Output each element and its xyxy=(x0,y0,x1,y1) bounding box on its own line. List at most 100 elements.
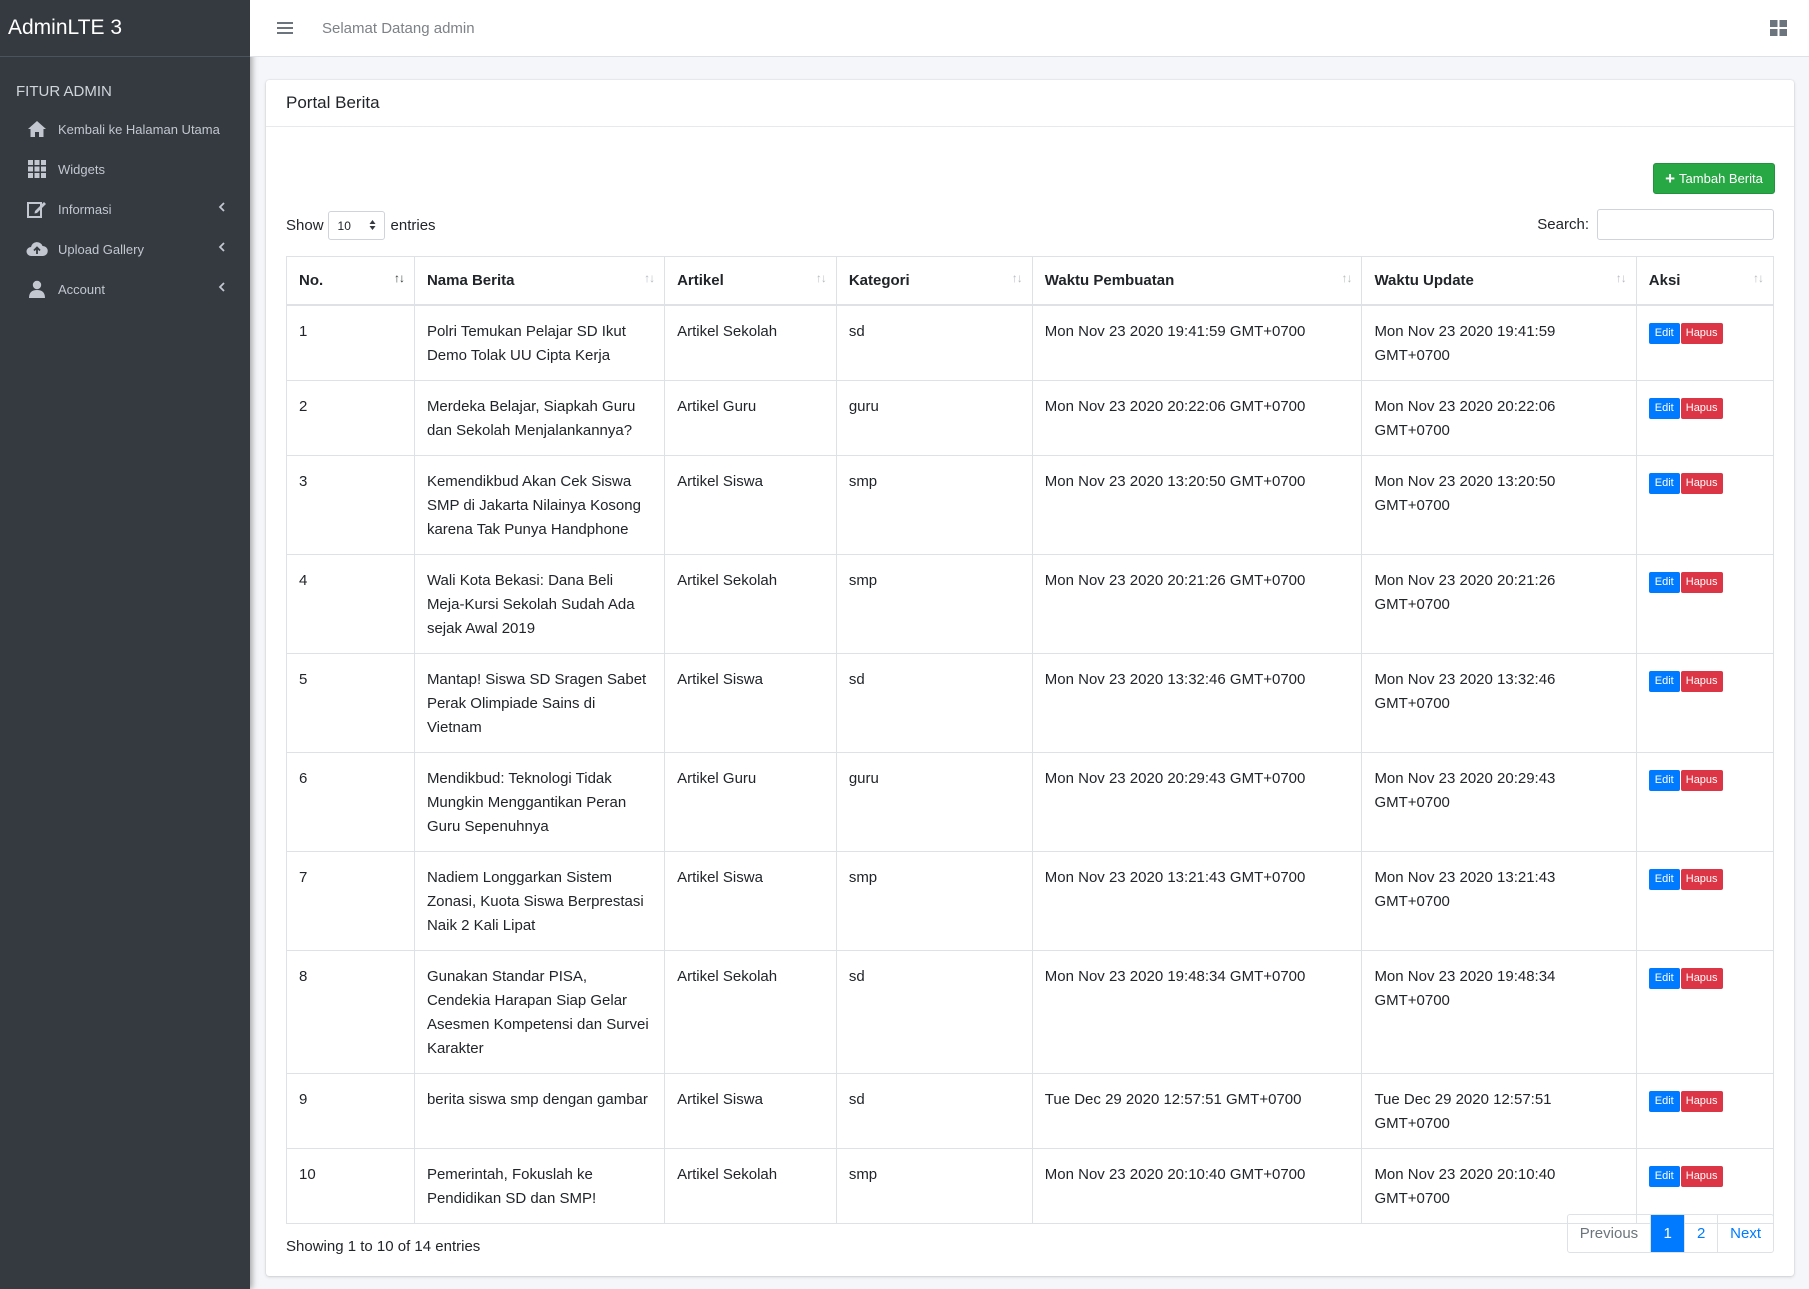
edit-button[interactable]: Edit xyxy=(1648,571,1680,593)
cell-kategori: sd xyxy=(835,304,1033,381)
delete-button[interactable]: Hapus xyxy=(1680,1165,1723,1187)
chevron-left-icon xyxy=(218,281,226,296)
cell-aksi: Edit Hapus xyxy=(1635,304,1775,381)
menu-toggle-icon[interactable] xyxy=(274,17,296,39)
edit-button[interactable]: Edit xyxy=(1648,670,1680,692)
cell-no: 3 xyxy=(286,454,415,555)
edit-button[interactable]: Edit xyxy=(1648,397,1680,419)
edit-button[interactable]: Edit xyxy=(1648,769,1680,791)
pagination-previous[interactable]: Previous xyxy=(1568,1215,1650,1252)
sidebar-item-label: Upload Gallery xyxy=(58,241,144,257)
cell-artikel: Artikel Sekolah xyxy=(664,949,837,1074)
cell-artikel: Artikel Sekolah xyxy=(664,553,837,654)
show-label: Show xyxy=(286,217,324,234)
chevron-left-icon xyxy=(218,241,226,256)
sidebar: AdminLTE 3 FITUR ADMIN Kembali ke Halama… xyxy=(0,0,250,1289)
delete-button[interactable]: Hapus xyxy=(1680,1090,1723,1112)
pagination-page-1[interactable]: 1 xyxy=(1650,1215,1685,1252)
search-control: Search: xyxy=(1537,209,1774,240)
edit-button[interactable]: Edit xyxy=(1648,868,1680,890)
cell-nama-berita: Merdeka Belajar, Siapkah Guru dan Sekola… xyxy=(413,379,666,456)
column-header-kategori[interactable]: Kategori ↑↓ xyxy=(835,256,1033,306)
delete-button[interactable]: Hapus xyxy=(1680,868,1723,890)
cell-waktu-update: Mon Nov 23 2020 19:41:59 GMT+0700 xyxy=(1361,304,1637,381)
cell-aksi: Edit Hapus xyxy=(1635,1072,1775,1149)
cell-waktu-update: Mon Nov 23 2020 20:10:40 GMT+0700 xyxy=(1361,1147,1637,1224)
delete-button[interactable]: Hapus xyxy=(1680,769,1723,791)
column-header-artikel[interactable]: Artikel ↑↓ xyxy=(664,256,837,306)
table-row: 8 Gunakan Standar PISA, Cendekia Harapan… xyxy=(286,949,1775,1074)
cell-waktu-update: Mon Nov 23 2020 20:21:26 GMT+0700 xyxy=(1361,553,1637,654)
cell-waktu-update: Mon Nov 23 2020 20:29:43 GMT+0700 xyxy=(1361,751,1637,852)
cell-aksi: Edit Hapus xyxy=(1635,454,1775,555)
sidebar-item-label: Informasi xyxy=(58,201,112,217)
cell-nama-berita: Gunakan Standar PISA, Cendekia Harapan S… xyxy=(413,949,666,1074)
plus-icon: + xyxy=(1665,169,1676,188)
cell-waktu-pembuatan: Mon Nov 23 2020 19:41:59 GMT+0700 xyxy=(1031,304,1363,381)
sidebar-item-label: Widgets xyxy=(58,161,105,177)
table-row: 5 Mantap! Siswa SD Sragen Sabet Perak Ol… xyxy=(286,652,1775,753)
table-row: 3 Kemendikbud Akan Cek Siswa SMP di Jaka… xyxy=(286,454,1775,555)
sidebar-item-home[interactable]: Kembali ke Halaman Utama xyxy=(0,109,250,149)
edit-button[interactable]: Edit xyxy=(1648,967,1680,989)
cell-aksi: Edit Hapus xyxy=(1635,850,1775,951)
column-header-waktu-update[interactable]: Waktu Update ↑↓ xyxy=(1361,256,1637,306)
cell-waktu-pembuatan: Mon Nov 23 2020 13:21:43 GMT+0700 xyxy=(1031,850,1363,951)
edit-button[interactable]: Edit xyxy=(1648,1165,1680,1187)
delete-button[interactable]: Hapus xyxy=(1680,571,1723,593)
cell-artikel: Artikel Siswa xyxy=(664,652,837,753)
cell-kategori: smp xyxy=(835,850,1033,951)
cell-artikel: Artikel Siswa xyxy=(664,454,837,555)
delete-button[interactable]: Hapus xyxy=(1680,322,1723,344)
column-header-no[interactable]: No. ↑↓ xyxy=(286,256,415,306)
sidebar-item-account[interactable]: Account xyxy=(0,269,250,309)
pagination-page-2[interactable]: 2 xyxy=(1684,1215,1717,1252)
cell-nama-berita: Polri Temukan Pelajar SD Ikut Demo Tolak… xyxy=(413,304,666,381)
sidebar-item-upload-gallery[interactable]: Upload Gallery xyxy=(0,229,250,269)
cell-waktu-update: Mon Nov 23 2020 19:48:34 GMT+0700 xyxy=(1361,949,1637,1074)
sidebar-item-widgets[interactable]: Widgets xyxy=(0,149,250,189)
cell-no: 4 xyxy=(286,553,415,654)
card-header: Portal Berita xyxy=(266,80,1794,127)
cell-nama-berita: Mendikbud: Teknologi Tidak Mungkin Mengg… xyxy=(413,751,666,852)
delete-button[interactable]: Hapus xyxy=(1680,472,1723,494)
cell-aksi: Edit Hapus xyxy=(1635,553,1775,654)
sidebar-item-label: Kembali ke Halaman Utama xyxy=(58,121,220,137)
edit-button[interactable]: Edit xyxy=(1648,1090,1680,1112)
edit-button[interactable]: Edit xyxy=(1648,472,1680,494)
cell-kategori: smp xyxy=(835,1147,1033,1224)
user-icon xyxy=(26,279,48,299)
cell-waktu-update: Tue Dec 29 2020 12:57:51 GMT+0700 xyxy=(1361,1072,1637,1149)
delete-button[interactable]: Hapus xyxy=(1680,967,1723,989)
cell-nama-berita: Nadiem Longgarkan Sistem Zonasi, Kuota S… xyxy=(413,850,666,951)
portal-berita-card: Portal Berita + Tambah Berita Show 10 en… xyxy=(266,80,1794,1276)
cell-nama-berita: berita siswa smp dengan gambar xyxy=(413,1072,666,1149)
cell-waktu-pembuatan: Mon Nov 23 2020 20:29:43 GMT+0700 xyxy=(1031,751,1363,852)
cell-nama-berita: Kemendikbud Akan Cek Siswa SMP di Jakart… xyxy=(413,454,666,555)
pagination-next[interactable]: Next xyxy=(1717,1215,1773,1252)
cell-kategori: smp xyxy=(835,454,1033,555)
edit-button[interactable]: Edit xyxy=(1648,322,1680,344)
news-table: No. ↑↓ Nama Berita ↑↓ Artikel ↑↓ Kategori ↑↓… xyxy=(286,256,1775,1224)
sidebar-item-informasi[interactable]: Informasi xyxy=(0,189,250,229)
sort-icon: ↑↓ xyxy=(1753,271,1764,285)
apps-grid-icon[interactable] xyxy=(1770,20,1787,41)
page-size-select[interactable]: 10 xyxy=(327,211,385,240)
column-header-nama-berita[interactable]: Nama Berita ↑↓ xyxy=(413,256,666,306)
pagination: Previous 1 2 Next xyxy=(1566,1214,1774,1253)
search-label: Search: xyxy=(1537,216,1589,233)
column-header-waktu-pembuatan[interactable]: Waktu Pembuatan ↑↓ xyxy=(1031,256,1363,306)
column-header-aksi[interactable]: Aksi ↑↓ xyxy=(1635,256,1775,306)
delete-button[interactable]: Hapus xyxy=(1680,397,1723,419)
add-news-label: Tambah Berita xyxy=(1679,171,1763,186)
table-row: 6 Mendikbud: Teknologi Tidak Mungkin Men… xyxy=(286,751,1775,852)
search-input[interactable] xyxy=(1597,209,1774,240)
delete-button[interactable]: Hapus xyxy=(1680,670,1723,692)
cell-waktu-pembuatan: Tue Dec 29 2020 12:57:51 GMT+0700 xyxy=(1031,1072,1363,1149)
brand[interactable]: AdminLTE 3 xyxy=(0,0,250,57)
add-news-button[interactable]: + Tambah Berita xyxy=(1653,163,1775,194)
cell-waktu-update: Mon Nov 23 2020 20:22:06 GMT+0700 xyxy=(1361,379,1637,456)
table-row: 2 Merdeka Belajar, Siapkah Guru dan Seko… xyxy=(286,379,1775,456)
cell-kategori: smp xyxy=(835,553,1033,654)
select-arrows-icon xyxy=(369,219,376,234)
